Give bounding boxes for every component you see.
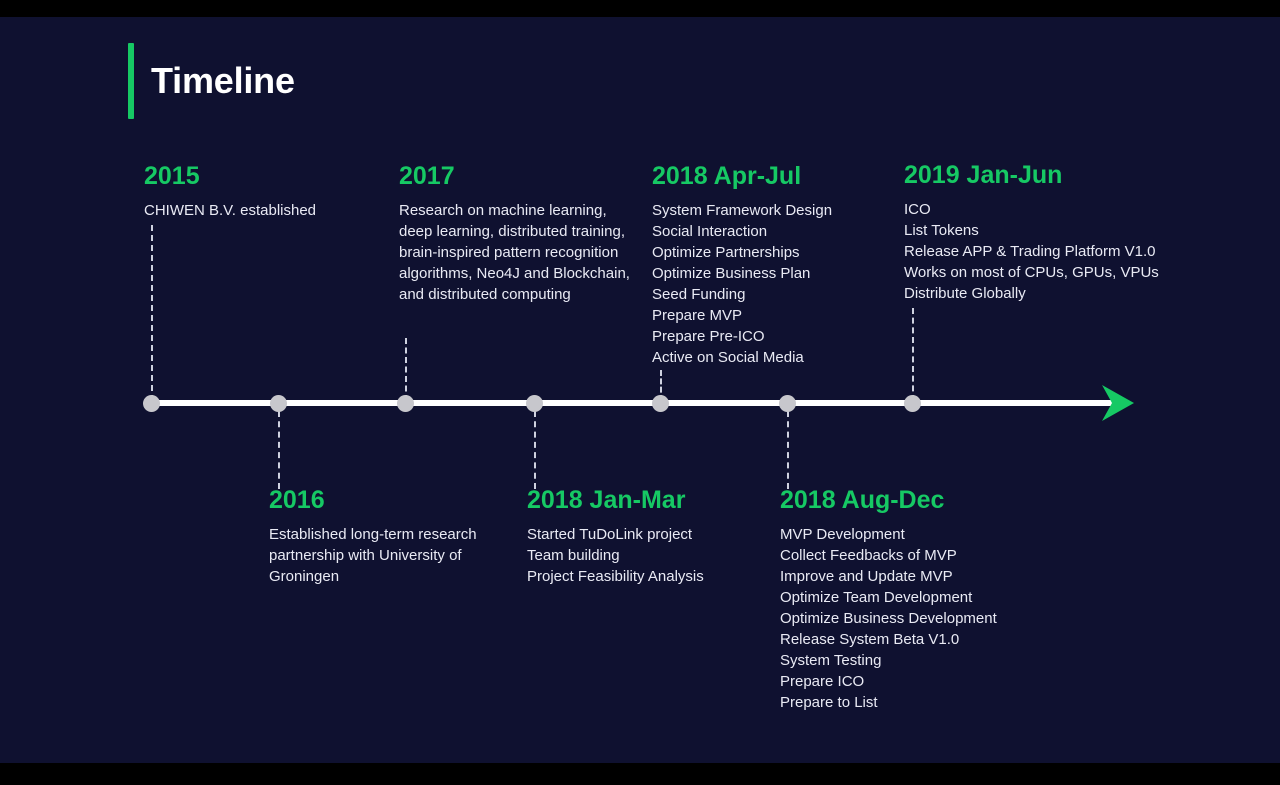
entry-lines: Established long-term research partnersh… <box>269 524 501 587</box>
letterbox-bottom <box>0 763 1280 785</box>
entry-line: ICO <box>904 200 931 218</box>
accent-bar <box>128 43 134 119</box>
entry-line: Works on most of CPUs, GPUs, VPUs <box>904 263 1159 281</box>
slide-root: Timeline 2015 CHIWEN B.V. established 20… <box>0 0 1280 785</box>
entry-line: Optimize Business Plan <box>652 264 811 282</box>
timeline-node-2018-jan-mar[interactable] <box>526 395 543 412</box>
entry-line: Collect Feedbacks of MVP <box>780 546 957 564</box>
timeline-node-2018-apr-jul[interactable] <box>652 395 669 412</box>
entry-line: Established long-term research partnersh… <box>269 525 477 585</box>
timeline-entry-2016: 2016 Established long-term research part… <box>269 486 501 587</box>
entry-lines: CHIWEN B.V. established <box>144 200 374 221</box>
stem-2017 <box>405 338 407 401</box>
entry-line: CHIWEN B.V. established <box>144 201 317 219</box>
entry-line: Started TuDoLink project <box>527 525 693 543</box>
timeline-node-2015[interactable] <box>143 395 160 412</box>
entry-line: MVP Development <box>780 525 905 543</box>
entry-year: 2015 <box>144 162 200 190</box>
entry-year: 2016 <box>269 486 325 514</box>
slide-canvas <box>0 17 1280 763</box>
entry-line: System Framework Design <box>652 201 833 219</box>
entry-lines: Research on machine learning, deep learn… <box>399 200 631 305</box>
timeline-node-2019-jan-jun[interactable] <box>904 395 921 412</box>
letterbox-top <box>0 0 1280 17</box>
entry-line: List Tokens <box>904 221 979 239</box>
timeline-entry-2019-jan-jun: 2019 Jan-Jun ICO List Tokens Release APP… <box>904 161 1174 304</box>
entry-line: Improve and Update MVP <box>780 567 953 585</box>
timeline-entry-2018-jan-mar: 2018 Jan-Mar Started TuDoLink project Te… <box>527 486 767 587</box>
stem-2015 <box>151 225 153 401</box>
entry-line: Project Feasibility Analysis <box>527 567 704 585</box>
entry-line: Prepare ICO <box>780 672 865 690</box>
timeline-entry-2018-aug-dec: 2018 Aug-Dec MVP Development Collect Fee… <box>780 486 1040 713</box>
entry-line: Release System Beta V1.0 <box>780 630 960 648</box>
entry-line: Distribute Globally <box>904 284 1026 302</box>
entry-lines: MVP Development Collect Feedbacks of MVP… <box>780 524 1040 713</box>
entry-line: Release APP & Trading Platform V1.0 <box>904 242 1156 260</box>
entry-line: Prepare Pre-ICO <box>652 327 765 345</box>
entry-line: Prepare to List <box>780 693 878 711</box>
timeline-node-2018-aug-dec[interactable] <box>779 395 796 412</box>
entry-year: 2018 Apr-Jul <box>652 162 802 190</box>
stem-2019-jan-jun <box>912 308 914 401</box>
entry-line: Social Interaction <box>652 222 768 240</box>
entry-lines: ICO List Tokens Release APP & Trading Pl… <box>904 199 1174 304</box>
entry-year: 2019 Jan-Jun <box>904 161 1063 189</box>
entry-lines: Started TuDoLink project Team building P… <box>527 524 767 587</box>
entry-year: 2017 <box>399 162 455 190</box>
entry-line: Active on Social Media <box>652 348 804 366</box>
entry-line: Optimize Team Development <box>780 588 973 606</box>
stem-2018-aug-dec <box>787 411 789 489</box>
stem-2018-jan-mar <box>534 411 536 489</box>
arrow-right-icon <box>1100 383 1136 423</box>
entry-line: Team building <box>527 546 620 564</box>
page-title: Timeline <box>151 60 295 101</box>
entry-line: Prepare MVP <box>652 306 743 324</box>
timeline-node-2017[interactable] <box>397 395 414 412</box>
entry-line: Research on machine learning, deep learn… <box>399 201 630 303</box>
entry-line: System Testing <box>780 651 882 669</box>
stem-2016 <box>278 411 280 489</box>
entry-year: 2018 Aug-Dec <box>780 486 945 514</box>
timeline-axis <box>152 400 1112 406</box>
entry-line: Optimize Partnerships <box>652 243 800 261</box>
entry-lines: System Framework Design Social Interacti… <box>652 200 902 368</box>
timeline-entry-2015: 2015 CHIWEN B.V. established <box>144 162 374 221</box>
entry-line: Optimize Business Development <box>780 609 997 627</box>
timeline-node-2016[interactable] <box>270 395 287 412</box>
entry-year: 2018 Jan-Mar <box>527 486 686 514</box>
timeline-entry-2017: 2017 Research on machine learning, deep … <box>399 162 631 305</box>
timeline-entry-2018-apr-jul: 2018 Apr-Jul System Framework Design Soc… <box>652 162 902 368</box>
header: Timeline <box>128 43 295 119</box>
entry-line: Seed Funding <box>652 285 746 303</box>
